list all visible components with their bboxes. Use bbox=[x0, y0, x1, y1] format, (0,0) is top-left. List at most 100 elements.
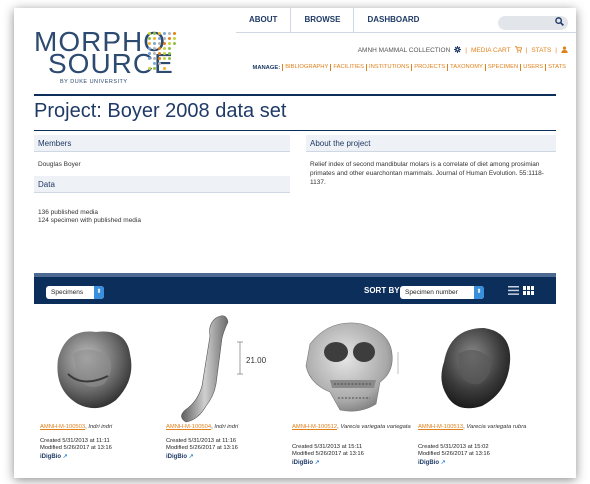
logo-dot bbox=[158, 32, 161, 35]
idigbio-link[interactable]: iDigBio ↗ bbox=[166, 453, 194, 460]
idigbio-link[interactable]: iDigBio ↗ bbox=[292, 459, 320, 466]
logo-dot bbox=[158, 47, 161, 50]
specimen-number-link[interactable]: AMNH-M-100513 bbox=[418, 424, 463, 430]
top-nav: ABOUT BROWSE DASHBOARD bbox=[236, 8, 432, 32]
collection-name[interactable]: AMNH MAMMAL COLLECTION bbox=[358, 47, 451, 54]
idigbio-link[interactable]: iDigBio ↗ bbox=[418, 459, 446, 466]
separator: | bbox=[555, 47, 557, 54]
logo-dot bbox=[168, 32, 171, 35]
idigbio-label: iDigBio bbox=[292, 460, 313, 466]
idigbio-label: iDigBio bbox=[40, 454, 61, 460]
specimen-caption: AMNH-M-100504, Indri indri bbox=[166, 424, 239, 430]
about-heading: About the project bbox=[306, 135, 556, 152]
cart-icon[interactable] bbox=[514, 46, 522, 55]
external-link-icon: ↗ bbox=[188, 454, 194, 460]
grid-view-icon[interactable] bbox=[523, 286, 534, 295]
manage-bibliography[interactable]: BIBLIOGRAPHY bbox=[282, 64, 330, 71]
logo-subtitle: BY DUKE UNIVERSITY bbox=[60, 79, 128, 85]
top-nav-divider bbox=[236, 32, 576, 33]
logo-dot bbox=[148, 32, 151, 35]
separator: | bbox=[465, 47, 467, 54]
logo-dot bbox=[158, 52, 161, 55]
data-specimen-count: 124 specimen with published media bbox=[38, 217, 141, 224]
scale-label: 21.00 bbox=[246, 356, 267, 365]
specimen-species: Indri indri bbox=[214, 424, 239, 430]
nav-dashboard[interactable]: DASHBOARD bbox=[353, 8, 432, 32]
morphosource-logo[interactable]: MORPHO SOURCE BY DUKE UNIVERSITY bbox=[34, 28, 194, 90]
modified-date: Modified 5/26/2017 at 13:16 bbox=[166, 445, 238, 451]
collection-row: AMNH MAMMAL COLLECTION | MEDIA CART | ST… bbox=[358, 46, 568, 55]
manage-facilities[interactable]: FACILITIES bbox=[330, 64, 366, 71]
manage-stats[interactable]: STATS bbox=[545, 64, 568, 71]
logo-dot bbox=[158, 62, 161, 65]
manage-specimen[interactable]: SPECIMEN bbox=[484, 64, 520, 71]
logo-dot bbox=[168, 57, 171, 60]
external-link-icon: ↗ bbox=[314, 460, 320, 466]
idigbio-link[interactable]: iDigBio ↗ bbox=[40, 453, 68, 460]
logo-dot bbox=[173, 37, 176, 40]
chevron-down-icon: ⬍ bbox=[474, 286, 484, 299]
sort-select[interactable]: Specimen number ⬍ bbox=[400, 286, 484, 299]
logo-dot bbox=[163, 37, 166, 40]
member-name[interactable]: Douglas Boyer bbox=[38, 160, 81, 169]
modified-date: Modified 5/26/2017 at 13:16 bbox=[40, 445, 112, 451]
specimen-thumbnail[interactable] bbox=[164, 314, 289, 424]
page-frame: MORPHO SOURCE BY DUKE UNIVERSITY ABOUT B… bbox=[14, 8, 576, 478]
search-icon[interactable] bbox=[555, 17, 564, 29]
separator: | bbox=[525, 47, 528, 54]
view-type-value: Specimens bbox=[51, 289, 84, 296]
manage-institutions[interactable]: INSTITUTIONS bbox=[365, 64, 411, 71]
logo-dot bbox=[168, 42, 171, 45]
specimen-caption: AMNH-M-100512, Varecia variegata variega… bbox=[292, 424, 411, 430]
manage-projects[interactable]: PROJECTS bbox=[411, 64, 447, 71]
user-icon[interactable] bbox=[561, 46, 568, 55]
logo-dot bbox=[153, 67, 156, 70]
nav-browse[interactable]: BROWSE bbox=[290, 8, 353, 32]
specimen-caption: AMNH-M-100503, Indri indri bbox=[40, 424, 113, 430]
specimen-thumbnail[interactable] bbox=[416, 314, 541, 424]
stats-link[interactable]: STATS bbox=[531, 47, 551, 54]
logo-dot bbox=[153, 47, 156, 50]
sort-toolbar: Specimens ⬍ SORT BY Specimen number ⬍ bbox=[34, 273, 556, 304]
logo-dot bbox=[173, 32, 176, 35]
manage-label: MANAGE: bbox=[252, 64, 281, 71]
logo-dot bbox=[173, 42, 176, 45]
nav-about[interactable]: ABOUT bbox=[236, 8, 290, 32]
gear-icon[interactable] bbox=[454, 46, 462, 55]
logo-dot bbox=[153, 57, 156, 60]
media-cart-link[interactable]: MEDIA CART bbox=[471, 47, 511, 54]
logo-dot bbox=[168, 37, 171, 40]
logo-dot bbox=[153, 42, 156, 45]
about-text: Relief index of second mandibular molars… bbox=[310, 161, 544, 186]
logo-dot bbox=[163, 52, 166, 55]
specimen-number-link[interactable]: AMNH-M-100504 bbox=[166, 424, 211, 430]
logo-dot bbox=[163, 47, 166, 50]
manage-menu: MANAGE: BIBLIOGRAPHY FACILITIES INSTITUT… bbox=[252, 64, 568, 71]
specimen-number-link[interactable]: AMNH-M-100512 bbox=[292, 424, 337, 430]
logo-dot bbox=[148, 57, 151, 60]
logo-dot bbox=[163, 67, 166, 70]
sort-value: Specimen number bbox=[405, 289, 458, 296]
logo-dot bbox=[153, 37, 156, 40]
data-heading: Data bbox=[34, 176, 290, 193]
logo-dot bbox=[163, 32, 166, 35]
logo-dot bbox=[148, 52, 151, 55]
manage-users[interactable]: USERS bbox=[520, 64, 545, 71]
logo-dot bbox=[148, 37, 151, 40]
list-view-icon[interactable] bbox=[508, 286, 519, 295]
view-type-select[interactable]: Specimens ⬍ bbox=[46, 286, 104, 299]
logo-dot bbox=[163, 57, 166, 60]
specimen-thumbnail[interactable] bbox=[38, 314, 163, 424]
search-input[interactable] bbox=[498, 16, 568, 30]
specimen-thumbnail[interactable] bbox=[290, 314, 415, 424]
specimen-number-link[interactable]: AMNH-M-100503 bbox=[40, 424, 85, 430]
logo-dot bbox=[158, 57, 161, 60]
members-heading: Members bbox=[34, 135, 290, 152]
logo-dot bbox=[163, 42, 166, 45]
specimen-caption: AMNH-M-100513, Varecia variegata rubra bbox=[418, 424, 527, 430]
external-link-icon: ↗ bbox=[62, 454, 68, 460]
logo-dot bbox=[153, 52, 156, 55]
logo-dot bbox=[158, 37, 161, 40]
chevron-down-icon: ⬍ bbox=[94, 286, 104, 299]
manage-taxonomy[interactable]: TAXONOMY bbox=[447, 64, 485, 71]
